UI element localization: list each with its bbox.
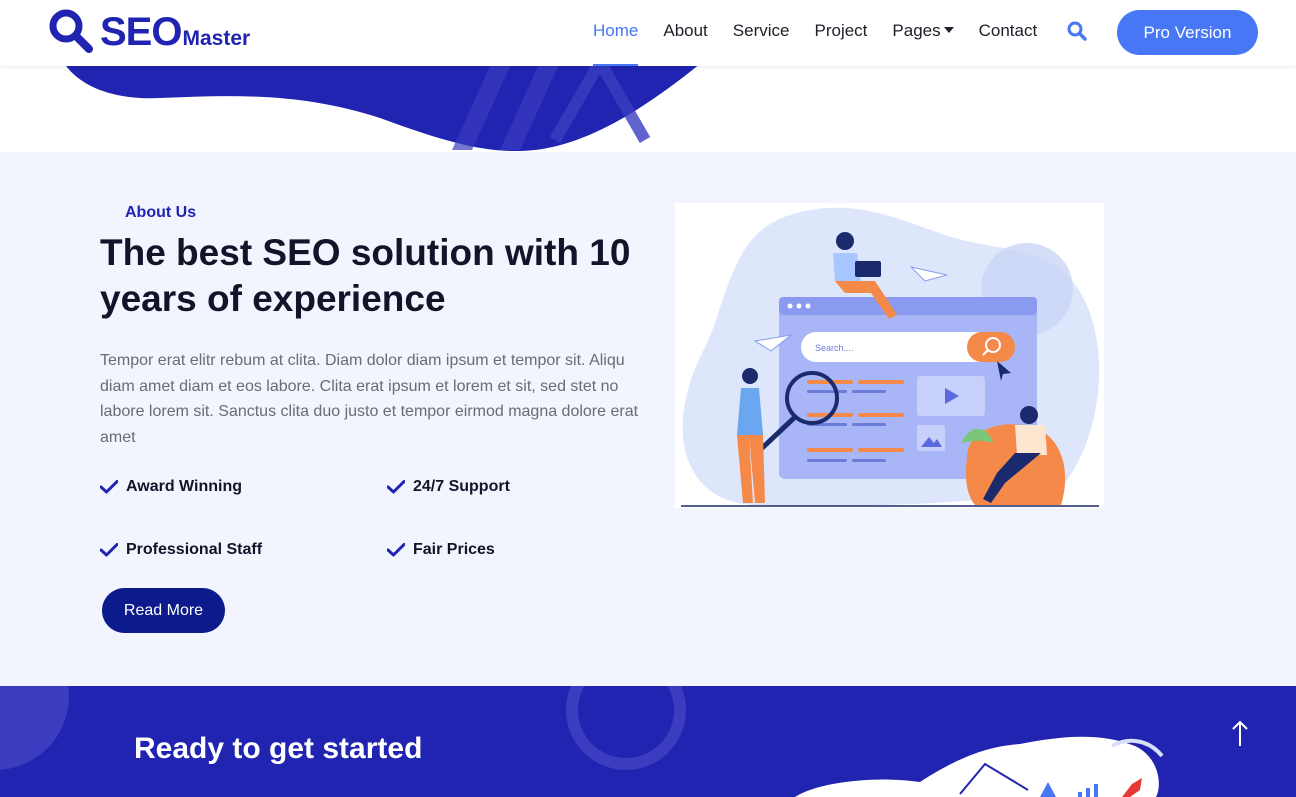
cta-ring-shape (566, 686, 686, 770)
feature-support: 24/7 Support (387, 478, 510, 496)
cta-bar-shape (1094, 784, 1098, 797)
image-tile (917, 425, 945, 451)
check-icon (100, 480, 118, 494)
feature-fair-prices: Fair Prices (387, 541, 495, 559)
read-more-button[interactable]: Read More (102, 588, 225, 633)
feature-award-winning: Award Winning (100, 478, 242, 496)
pro-version-button[interactable]: Pro Version (1117, 10, 1258, 55)
feature-label: 24/7 Support (413, 478, 510, 495)
arrow-up-icon[interactable] (1226, 716, 1254, 750)
about-illustration: Search.... (675, 203, 1104, 508)
brand-name: SEO (100, 10, 182, 54)
page: SEO Master Home About Service Project Pa… (0, 0, 1296, 797)
about-title: The best SEO solution with 10 years of e… (100, 232, 631, 319)
nav-link-contact[interactable]: Contact (979, 0, 1038, 66)
check-icon (387, 543, 405, 557)
nav-link-service[interactable]: Service (733, 0, 790, 66)
nav-dropdown-pages[interactable]: Pages (892, 0, 954, 66)
cta-corner-circle (0, 686, 69, 770)
nav-link-project[interactable]: Project (814, 0, 867, 66)
cta-cloud-shape (795, 736, 1159, 797)
about-section: About Us The best SEO solution with 10 y… (0, 152, 1296, 686)
brand-suffix: Master (182, 27, 251, 50)
brand-logo[interactable]: SEO Master (48, 8, 250, 54)
check-icon (100, 543, 118, 557)
feature-label: Professional Staff (126, 541, 263, 558)
feature-professional-staff: Professional Staff (100, 541, 262, 559)
cta-title: Ready to get started (134, 732, 423, 765)
search-bar-text: Search.... (815, 343, 854, 353)
magnifier-logo-icon (49, 9, 93, 53)
cta-bar-shape (1078, 792, 1082, 797)
caret-down-icon (943, 27, 954, 33)
feature-label: Fair Prices (413, 541, 495, 558)
cta-bar-shape (1086, 788, 1090, 797)
search-icon[interactable] (1066, 20, 1088, 42)
nav-link-home[interactable]: Home (593, 0, 639, 66)
search-bar-button (967, 332, 1015, 362)
nav-link-about[interactable]: About (663, 0, 707, 66)
nav-links: Home About Service Project Pages Contact (593, 0, 1062, 66)
feature-label: Award Winning (126, 478, 242, 495)
cta-section: Ready to get started (0, 686, 1296, 797)
about-description: Tempor erat elitr rebum at clita. Diam d… (100, 352, 639, 446)
check-icon (387, 480, 405, 494)
about-kicker: About Us (125, 204, 197, 221)
nav-link-pages-label: Pages (892, 21, 941, 40)
browser-titlebar (779, 297, 1037, 315)
navbar: SEO Master Home About Service Project Pa… (0, 0, 1296, 66)
